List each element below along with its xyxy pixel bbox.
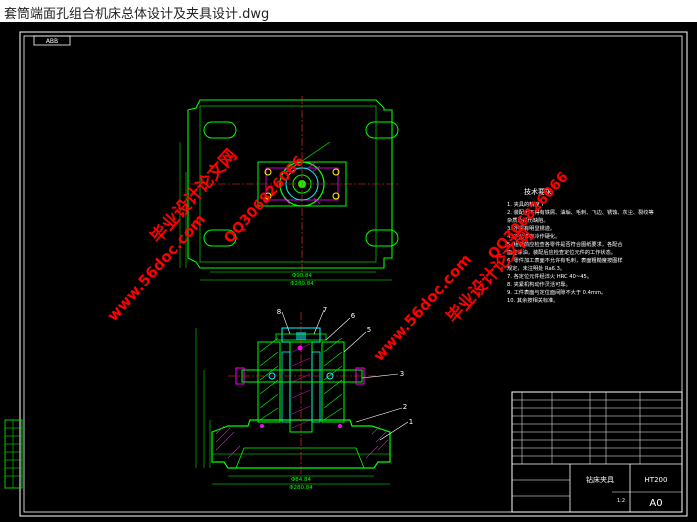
front-view: Φ84.84 Φ280.84 <box>195 309 409 491</box>
window-titlebar: 套筒端面孔组合机床总体设计及夹具设计.dwg <box>0 0 697 22</box>
title-block: 钻床夹具 HT200 1:2 A0 <box>511 391 683 513</box>
top-tab-label: ABB <box>46 38 58 45</box>
top-dim-1: Φ90.84 <box>292 273 313 279</box>
title-drawing-name: 钻床夹具 <box>586 475 614 484</box>
balloon-labels: 8 7 6 5 3 2 1 <box>277 306 413 426</box>
front-dim-2: Φ280.84 <box>289 485 313 491</box>
tech-req-line: 10. 其余按相关标准。 <box>507 296 558 304</box>
balloon-8: 8 <box>277 308 281 316</box>
top-view: Φ90.84 Φ280.84 <box>179 96 400 287</box>
left-side-table <box>4 419 23 489</box>
cad-drawing-viewport[interactable]: ABB Φ90.84 Φ280.84 Φ84.84 Φ280.84 8 7 6 … <box>0 22 697 522</box>
tech-req-line: 9. 工件表面与定位面间隙不大于 0.4mm。 <box>507 288 606 296</box>
title-sheet-size: A0 <box>649 498 662 509</box>
title-material: HT200 <box>645 476 668 484</box>
window-title: 套筒端面孔组合机床总体设计及夹具设计.dwg <box>4 7 270 22</box>
balloon-6: 6 <box>351 312 356 320</box>
tech-req-line: 规定，未注明处 Ra6.3。 <box>507 264 565 272</box>
balloon-7: 7 <box>323 306 327 314</box>
cad-drawing-canvas: ABB Φ90.84 Φ280.84 Φ84.84 Φ280.84 8 7 6 … <box>4 31 688 517</box>
balloon-5: 5 <box>367 326 371 334</box>
tech-req-line: 6. 零件加工表面不允许有毛刺，表面粗糙度按图样 <box>507 256 623 264</box>
watermarks: 毕业设计论文网 QQ306826066 www.56doc.com www.56… <box>104 145 572 365</box>
tech-req-line: 8. 夹紧机构动作灵活可靠。 <box>507 280 571 288</box>
balloon-3: 3 <box>400 370 404 378</box>
balloon-2: 2 <box>403 403 407 411</box>
top-dim-2: Φ280.84 <box>290 281 314 287</box>
front-dim-1: Φ84.84 <box>291 477 312 483</box>
balloon-1: 1 <box>409 418 413 426</box>
title-scale: 1:2 <box>617 498 625 504</box>
tech-req-line: 7. 各定位元件经淬火 HRC 40~45。 <box>507 272 592 280</box>
